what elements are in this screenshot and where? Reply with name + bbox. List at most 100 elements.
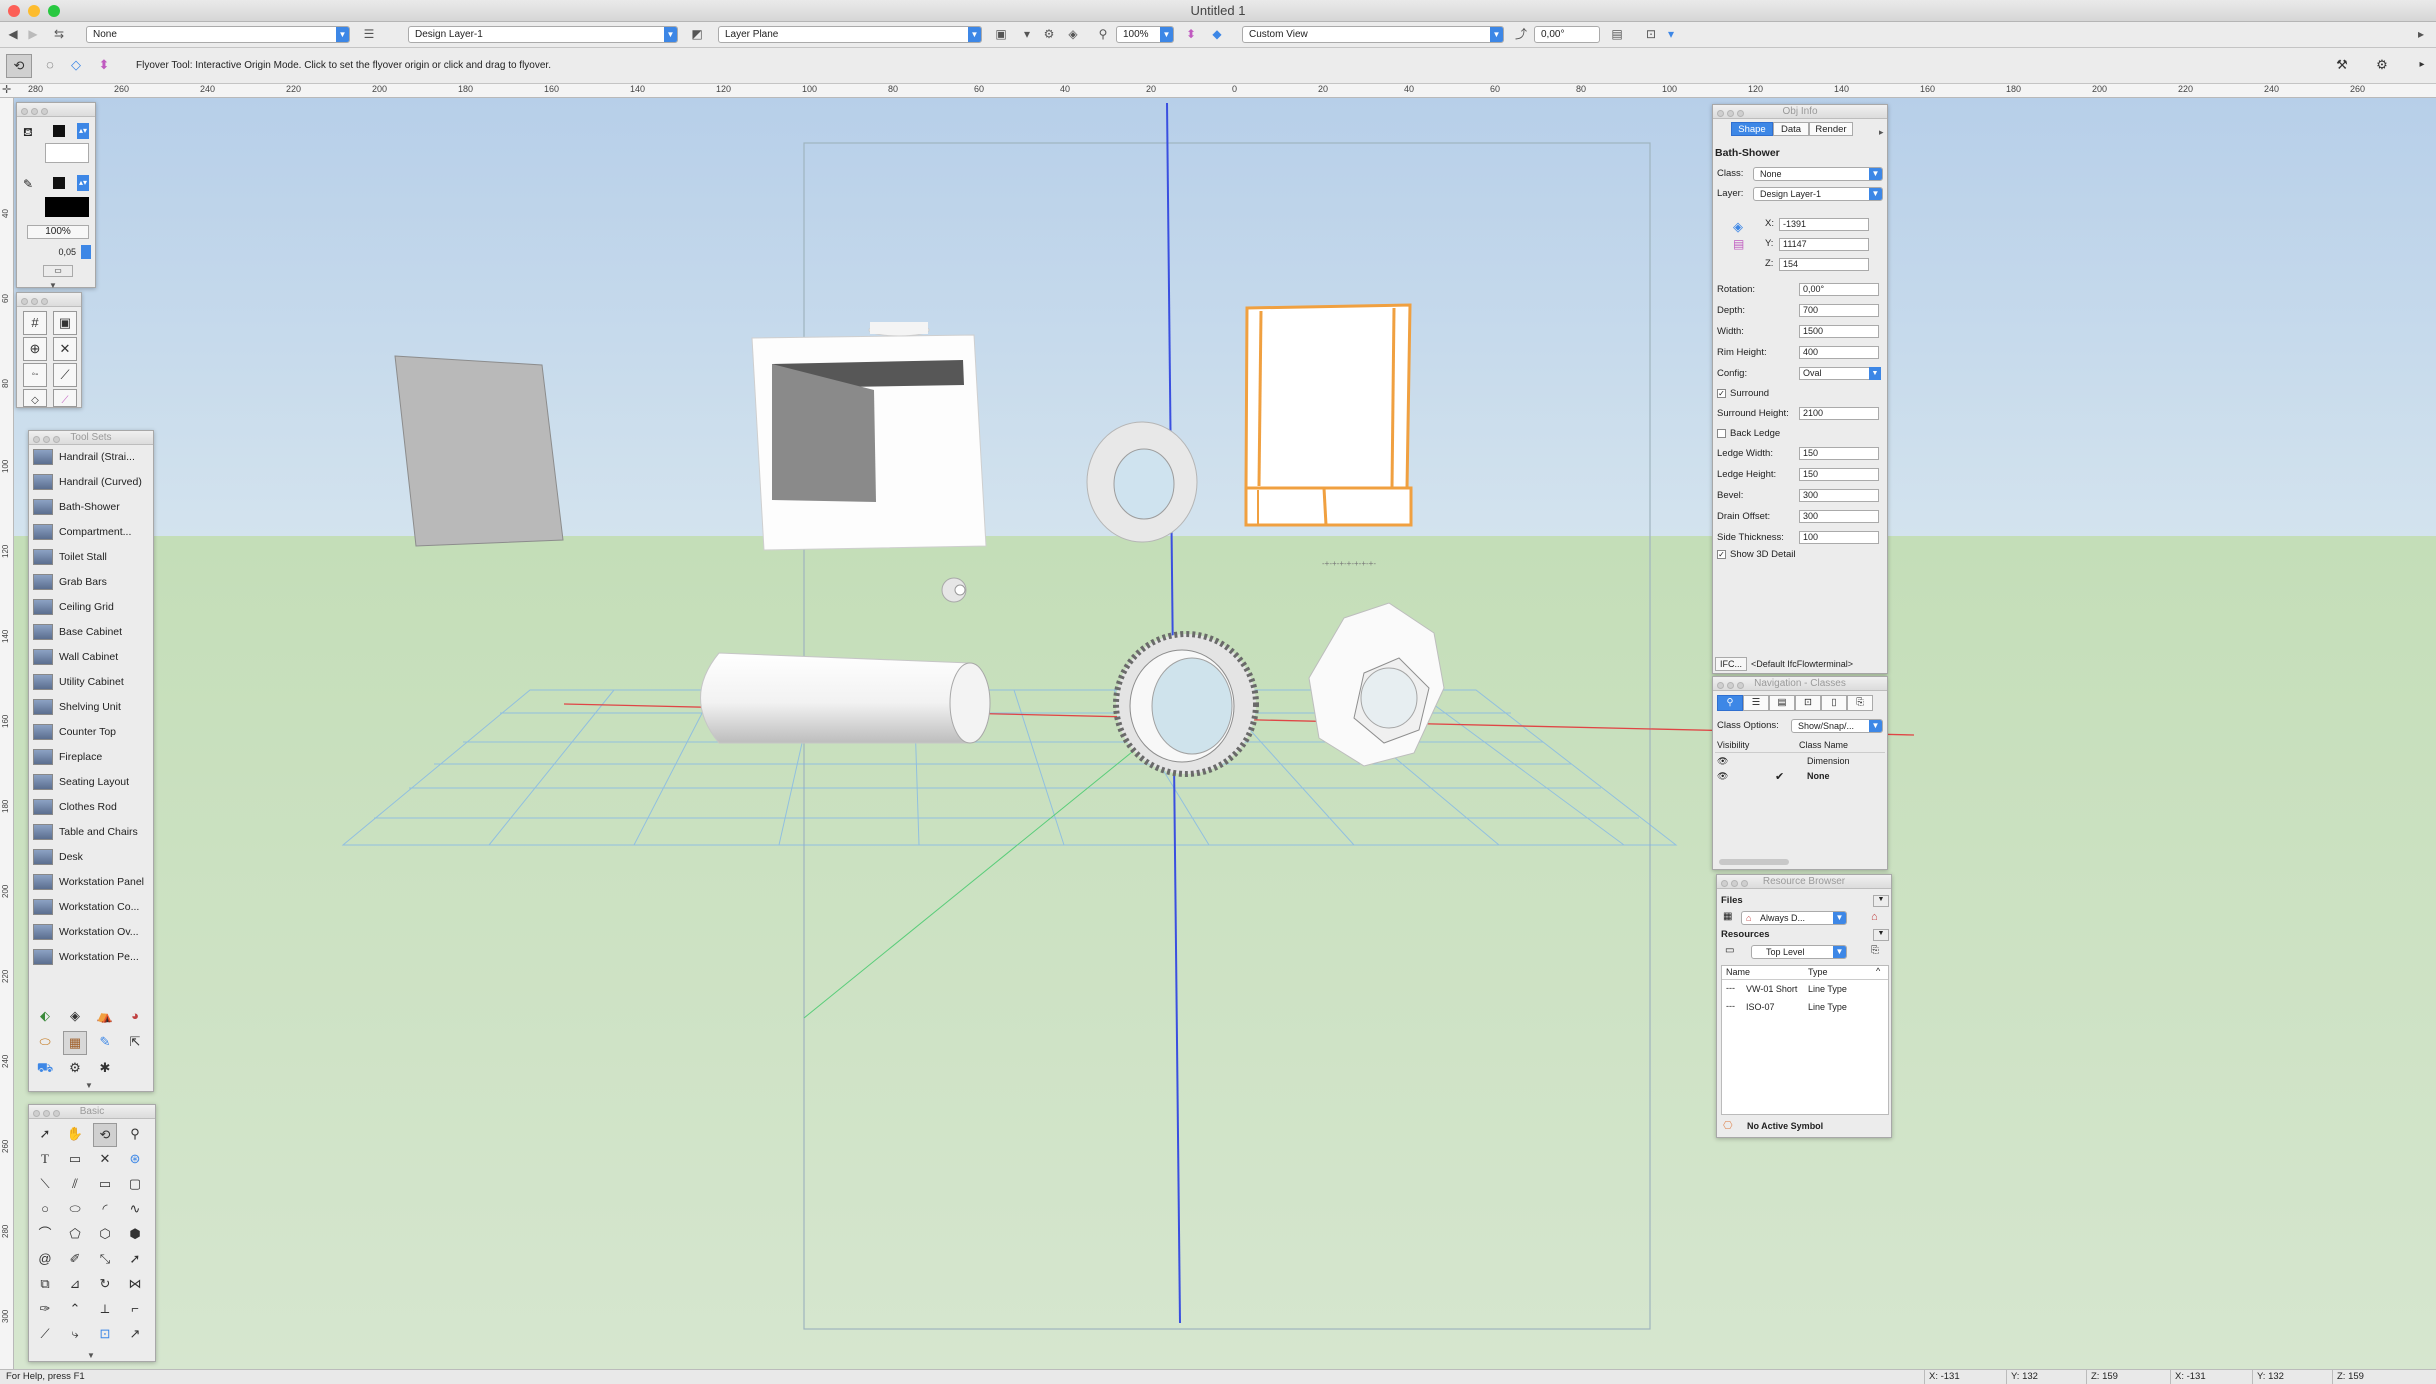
dims-notes-tab-icon[interactable]: ⇱ (123, 1031, 147, 1055)
back-arrow-icon[interactable]: ◀ (4, 26, 22, 43)
split-tool-icon[interactable]: ⊿ (63, 1273, 87, 1297)
attribute-mapping-tool-icon[interactable]: ⤡ (93, 1248, 117, 1272)
eyedropper-tool-icon[interactable]: ✐ (63, 1248, 87, 1272)
zoom-dropdown[interactable]: 100% ▼ (1116, 26, 1174, 43)
chamfer-tool-icon[interactable]: ⌐ (123, 1298, 147, 1322)
class-options-dropdown[interactable]: Show/Snap/... ▼ (1791, 719, 1883, 733)
home-file-icon[interactable]: ⌂ (1871, 911, 1878, 923)
resources-folder-dropdown[interactable]: Top Level ▼ (1751, 945, 1847, 959)
object-info-palette-header[interactable]: Obj Info (1713, 105, 1887, 119)
visible-eye-icon[interactable]: 👁 (1717, 771, 1728, 782)
double-line-tool-icon[interactable]: ⫽ (63, 1173, 87, 1197)
active-class-dropdown[interactable]: None ▼ (86, 26, 350, 43)
snap-to-grid-icon[interactable]: # (23, 311, 47, 335)
locus-tool-icon[interactable]: ✕ (93, 1148, 117, 1172)
basic-palette-header[interactable]: Basic (29, 1105, 155, 1119)
tool-set-item[interactable]: Counter Top (33, 722, 173, 742)
snap-to-intersection-icon[interactable]: ✕ (53, 337, 77, 361)
resources-collapse-icon[interactable]: ▼ (1873, 929, 1889, 941)
tool-set-item[interactable]: Grab Bars (33, 572, 173, 592)
tool-set-item[interactable]: Wall Cabinet (33, 647, 173, 667)
bath-shower-object[interactable] (1244, 303, 1413, 527)
expand-toolbar-icon[interactable]: ▸ (2412, 26, 2430, 43)
horizontal-scrollbar[interactable] (1719, 859, 1789, 865)
show-3d-detail-checkbox-row[interactable]: ✓ Show 3D Detail (1717, 548, 1795, 562)
attributes-palette-header[interactable] (17, 103, 95, 117)
tab-render[interactable]: Render (1809, 122, 1853, 136)
tab-saved-views[interactable]: ▯ (1821, 695, 1847, 711)
visualization-tab-icon[interactable]: ◕ (123, 1005, 147, 1029)
position-mode-icon[interactable]: ▤ (1733, 237, 1751, 255)
visible-eye-icon[interactable]: 👁 (1717, 756, 1728, 767)
rectangle-tool-icon[interactable]: ▭ (93, 1173, 117, 1197)
zoom-icon[interactable]: ⚲ (1094, 26, 1112, 43)
plane-icon[interactable]: ◩ (688, 26, 706, 43)
name-column-header[interactable]: Name (1726, 967, 1750, 977)
collapse-chevron-icon[interactable]: ▼ (49, 281, 57, 290)
zoom-window-button[interactable] (48, 5, 60, 17)
show-3d-detail-checkbox[interactable]: ✓ (1717, 549, 1726, 559)
smart-edge-icon[interactable]: ⟋ (53, 363, 77, 387)
tool-set-item[interactable]: Seating Layout (33, 772, 173, 792)
snap-to-tangent-icon[interactable]: ◇ (23, 389, 47, 407)
ifc-button[interactable]: IFC... (1715, 657, 1747, 671)
ruler-origin-icon[interactable]: ✛ (2, 83, 11, 96)
rotate-tool-icon[interactable]: ↻ (93, 1273, 117, 1297)
pen-icon[interactable]: ✎ (23, 177, 33, 191)
files-dropdown[interactable]: ⌂ Always D... ▼ (1741, 911, 1847, 925)
collapse-chevron-icon[interactable]: ▼ (87, 1351, 95, 1360)
back-ledge-checkbox[interactable] (1717, 428, 1726, 438)
polygon-tool-icon[interactable]: ⬠ (63, 1223, 87, 1247)
tool-set-item[interactable]: Handrail (Strai... (33, 447, 173, 467)
line-weight-dropdown[interactable] (81, 245, 91, 259)
arc-tool-icon[interactable]: ◜ (93, 1198, 117, 1222)
snap-to-angle-icon[interactable]: ⊕ (23, 337, 47, 361)
minimize-window-button[interactable] (28, 5, 40, 17)
param-field[interactable]: 300 (1799, 489, 1879, 502)
palette-window-controls[interactable] (21, 106, 51, 120)
surround-checkbox-row[interactable]: ✓ Surround (1717, 387, 1769, 401)
fill-bucket-icon[interactable]: ⛾ (23, 125, 33, 141)
layers-icon[interactable]: ☰ (360, 26, 378, 43)
param-field[interactable]: 150 (1799, 447, 1879, 460)
param-field[interactable]: 100 (1799, 531, 1879, 544)
pen-color-swatch[interactable] (53, 177, 65, 189)
tool-sets-palette-header[interactable]: Tool Sets (29, 431, 153, 445)
building-shell-tab-icon[interactable]: ◈ (63, 1005, 87, 1029)
surround-height-field[interactable]: 2100 (1799, 407, 1879, 420)
class-icon[interactable]: ⇆ (50, 26, 68, 43)
snapping-palette-header[interactable] (17, 293, 81, 307)
expand-mode-bar-icon[interactable]: ▸ (2410, 54, 2434, 78)
navigation-palette-header[interactable]: Navigation - Classes (1713, 677, 1887, 691)
lighting-tab-icon[interactable]: ⬭ (33, 1031, 57, 1055)
gear-ring-object[interactable] (1113, 631, 1259, 777)
tool-set-item[interactable]: Workstation Pe... (33, 947, 173, 967)
tool-set-item[interactable]: Shelving Unit (33, 697, 173, 717)
base-cabinet-object[interactable] (751, 322, 987, 551)
rotation-icon[interactable]: ⤴ (1512, 26, 1530, 43)
z-coordinate-field[interactable]: 154 (1779, 258, 1869, 271)
tool-set-item[interactable]: Workstation Ov... (33, 922, 173, 942)
tool-set-item[interactable]: Workstation Co... (33, 897, 173, 917)
drawing-area[interactable]: -+-+-+-+-+-+-+- (14, 98, 2436, 1369)
freehand-tool-icon[interactable]: ∿ (123, 1198, 147, 1222)
print-area-icon[interactable]: ⊡ (1642, 26, 1660, 43)
class-row[interactable]: 👁 Dimension (1715, 755, 1885, 771)
callout-tool-icon[interactable]: ▭ (63, 1148, 87, 1172)
selection-tool-icon[interactable]: ➚ (33, 1123, 57, 1147)
active-plane-dropdown[interactable]: Layer Plane ▼ (718, 26, 982, 43)
regular-polygon-tool-icon[interactable]: ⬢ (123, 1223, 147, 1247)
smart-points-icon[interactable]: ◦- (23, 363, 47, 387)
text-tool-icon[interactable]: T (33, 1148, 57, 1172)
view-settings-icon[interactable]: ⚙ (1040, 26, 1058, 43)
active-layer-dropdown[interactable]: Design Layer-1 ▼ (408, 26, 678, 43)
files-collapse-icon[interactable]: ▼ (1873, 895, 1889, 907)
interiors-tab-icon[interactable]: ▦ (63, 1031, 87, 1055)
new-folder-icon[interactable]: ⎘ (1871, 945, 1879, 956)
circle-tool-icon[interactable]: ○ (33, 1198, 57, 1222)
machine-design-tab-icon[interactable]: ⚙ (63, 1057, 87, 1081)
tool-set-item[interactable]: Clothes Rod (33, 797, 173, 817)
opacity-field[interactable]: 100% (27, 225, 89, 239)
collapse-chevron-icon[interactable]: ▼ (85, 1081, 93, 1090)
line-tool-icon[interactable]: ⟍ (33, 1173, 57, 1197)
